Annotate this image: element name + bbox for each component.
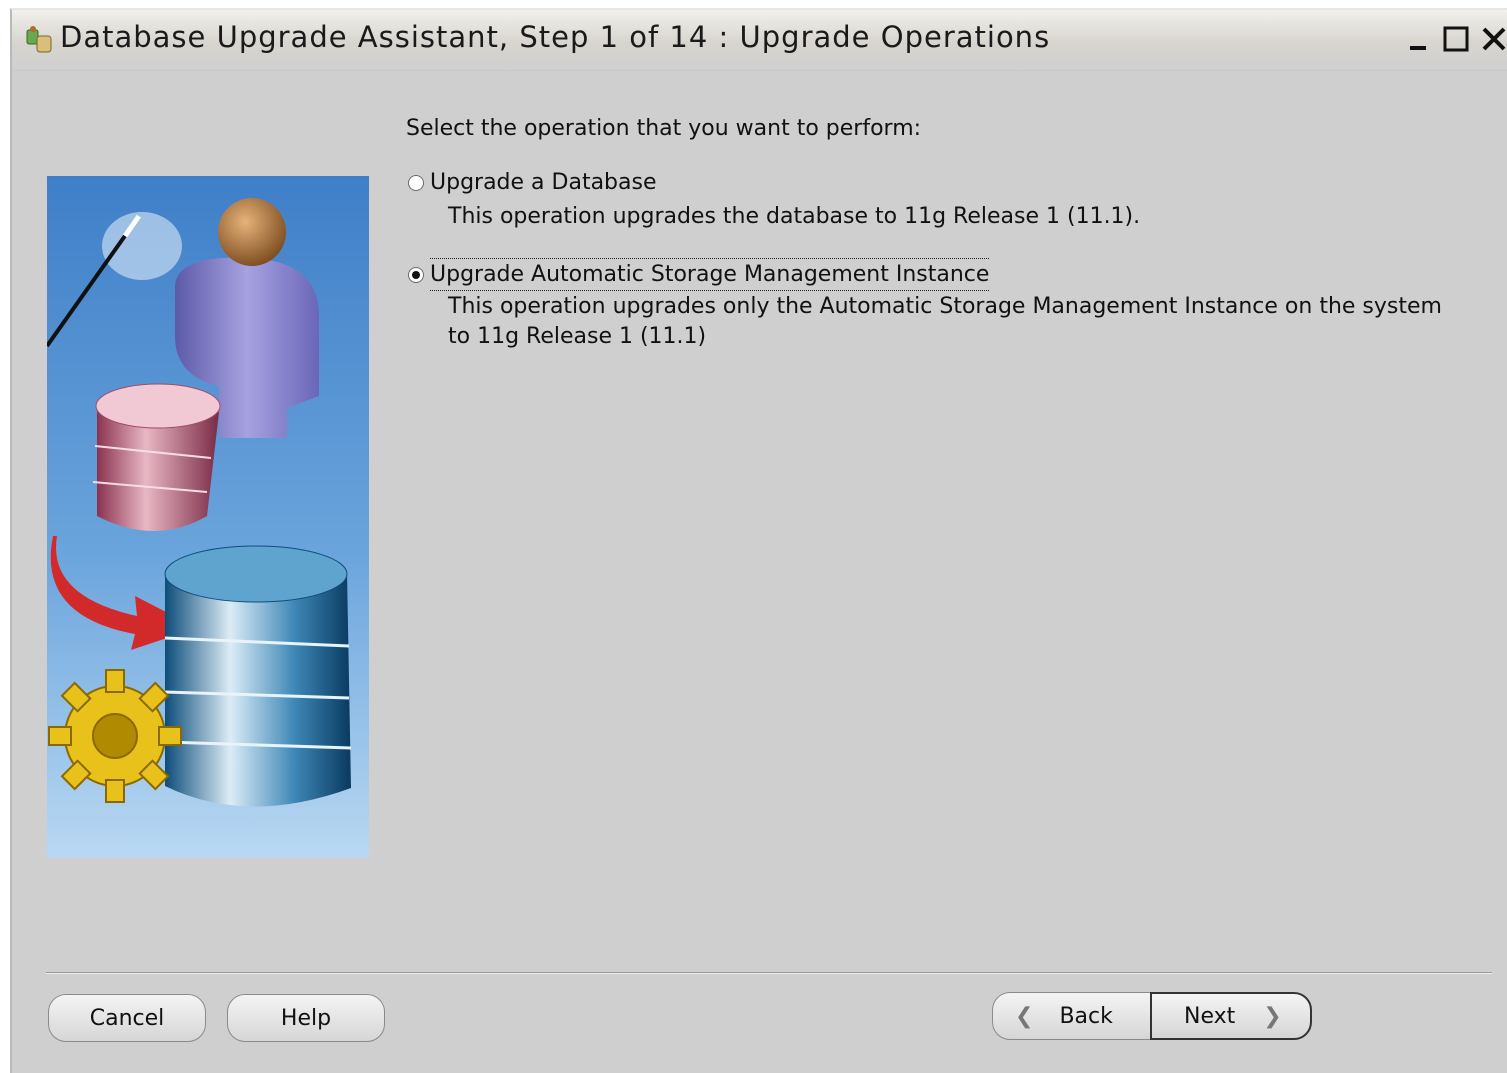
chevron-right-icon: ❯ <box>1263 1003 1282 1029</box>
option-upgrade-asm-description-line2: to 11g Release 1 (11.1) <box>448 324 707 349</box>
option-upgrade-asm-description-line1: This operation upgrades only the Automat… <box>448 294 1442 319</box>
footer-separator <box>46 972 1492 974</box>
help-button[interactable]: Help <box>227 994 385 1042</box>
operation-prompt: Select the operation that you want to pe… <box>406 116 922 141</box>
maximize-icon[interactable] <box>1440 22 1472 56</box>
chevron-left-icon: ❮ <box>1015 1003 1034 1029</box>
option-upgrade-database-label[interactable]: Upgrade a Database <box>430 170 657 195</box>
minimize-icon[interactable] <box>1404 22 1436 56</box>
app-icon <box>26 26 52 53</box>
option-upgrade-asm-description: This operation upgrades only the Automat… <box>448 292 1442 352</box>
back-button-label[interactable]: Back <box>1059 1004 1112 1029</box>
option-upgrade-database-description: This operation upgrades the database to … <box>448 204 1141 229</box>
next-button[interactable]: Next ❯ <box>1150 992 1312 1040</box>
window-title: Database Upgrade Assistant, Step 1 of 14… <box>60 20 1051 54</box>
title-bar[interactable]: Database Upgrade Assistant, Step 1 of 14… <box>12 10 1507 71</box>
close-icon[interactable] <box>1478 22 1507 56</box>
cancel-button[interactable]: Cancel <box>48 994 206 1042</box>
option-upgrade-asm[interactable]: Upgrade Automatic Storage Management Ins… <box>408 258 990 291</box>
next-button-label[interactable]: Next <box>1184 1004 1235 1029</box>
option-upgrade-asm-label[interactable]: Upgrade Automatic Storage Management Ins… <box>430 258 990 291</box>
radio-upgrade-database[interactable] <box>408 174 424 191</box>
radio-upgrade-asm[interactable] <box>408 266 424 283</box>
wizard-illustration <box>47 176 369 858</box>
option-upgrade-database[interactable]: Upgrade a Database <box>408 170 657 195</box>
back-button[interactable]: ❮ Back <box>992 992 1154 1040</box>
dbua-window: Database Upgrade Assistant, Step 1 of 14… <box>10 8 1507 1073</box>
